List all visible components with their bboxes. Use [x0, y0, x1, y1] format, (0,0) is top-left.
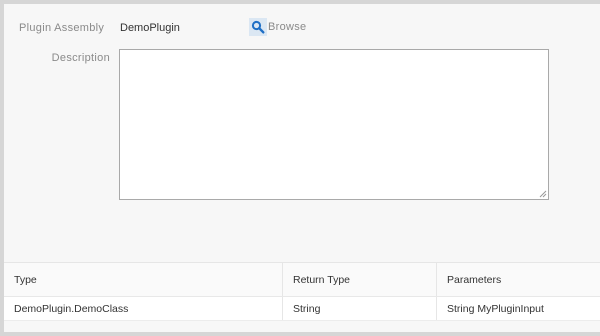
resize-grip-icon[interactable] [539, 190, 547, 198]
search-icon [249, 18, 267, 36]
cell-type: DemoPlugin.DemoClass [4, 297, 283, 320]
browse-button[interactable]: Browse [249, 18, 306, 36]
cell-return-type: String [283, 297, 437, 320]
bottom-divider [4, 321, 600, 332]
column-header-type[interactable]: Type [4, 263, 283, 296]
cell-parameters: String MyPluginInput [447, 302, 544, 315]
description-label: Description [51, 52, 110, 64]
plugin-assembly-label: Plugin Assembly [19, 22, 105, 34]
column-header-parameters[interactable]: Parameters [437, 263, 600, 296]
methods-table: Type Return Type Parameters DemoPlugin.D… [4, 262, 600, 321]
table-header-row: Type Return Type Parameters [4, 262, 600, 297]
column-header-return-type[interactable]: Return Type [283, 263, 437, 296]
table-row[interactable]: DemoPlugin.DemoClass String String MyPlu… [4, 297, 600, 321]
plugin-form-panel: Plugin Assembly DemoPlugin Browse Descri… [4, 4, 600, 332]
plugin-assembly-value: DemoPlugin [120, 22, 180, 34]
description-textarea[interactable] [119, 49, 549, 200]
browse-label: Browse [268, 21, 307, 33]
